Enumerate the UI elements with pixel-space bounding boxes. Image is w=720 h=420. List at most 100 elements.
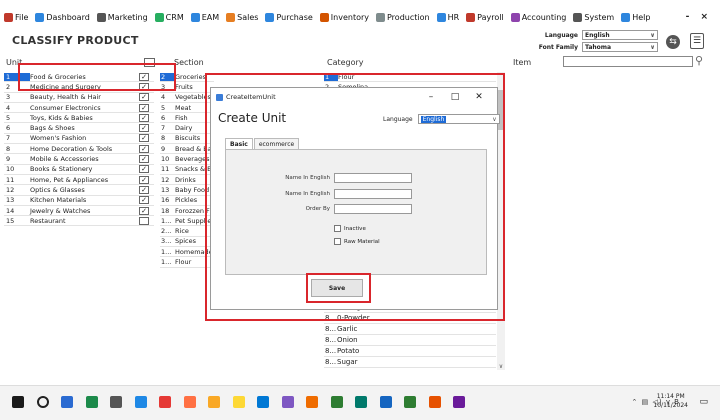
vscode-icon[interactable] xyxy=(257,396,269,408)
unit-checkbox[interactable]: ✓ xyxy=(139,144,149,153)
unit-checkbox[interactable]: ✓ xyxy=(139,206,149,215)
unit-checkbox[interactable] xyxy=(139,216,149,225)
taskbar-clock[interactable]: 11:14 PM 10/11/2024 xyxy=(653,392,688,410)
menu-purchase[interactable]: Purchase xyxy=(265,12,313,22)
unit-row[interactable]: 11 Home, Pet & Appliances ✓ xyxy=(4,175,154,186)
category-row[interactable]: 8... Onion xyxy=(324,335,496,346)
edge-icon[interactable] xyxy=(85,396,98,408)
save-button[interactable]: Save xyxy=(311,279,363,297)
unit-checkbox[interactable]: ✓ xyxy=(139,72,149,81)
windows-start-icon[interactable] xyxy=(12,396,24,408)
menu-help[interactable]: Help xyxy=(621,12,650,22)
category-row[interactable]: 1 Flour xyxy=(324,72,496,83)
menu-payroll[interactable]: Payroll xyxy=(466,12,504,22)
select-all-checkbox[interactable] xyxy=(144,58,155,67)
menu-dashboard[interactable]: Dashboard xyxy=(35,12,90,22)
section-row[interactable]: 5 Meat xyxy=(160,103,214,114)
section-row[interactable]: 13 Baby Food xyxy=(160,185,214,196)
section-row[interactable]: 9 Bread & Ba xyxy=(160,144,214,155)
unit-checkbox[interactable]: ✓ xyxy=(139,124,149,133)
chevron-down-icon[interactable]: ∨ xyxy=(497,363,505,370)
notification-icon[interactable]: ▭ xyxy=(699,397,708,407)
category-row[interactable]: 8... 0-Powder xyxy=(324,313,496,324)
unit-checkbox[interactable]: ✓ xyxy=(139,113,149,122)
file-explorer-icon[interactable] xyxy=(232,396,245,408)
unit-row[interactable]: 13 Kitchen Materials ✓ xyxy=(4,196,154,206)
settings-icon[interactable]: ☰ xyxy=(690,33,704,49)
section-row[interactable]: 4 Vegetables xyxy=(160,93,214,103)
firefox-icon[interactable] xyxy=(183,396,196,408)
menu-production[interactable]: Production xyxy=(376,12,430,22)
section-row[interactable]: 12 Drinks xyxy=(160,175,214,186)
section-row[interactable]: 2 Groceries xyxy=(160,72,214,83)
scrollbar-thumb[interactable] xyxy=(498,90,504,130)
chrome-icon[interactable] xyxy=(330,396,343,408)
section-row[interactable]: 16 Pickles xyxy=(160,196,214,206)
app-icon[interactable] xyxy=(281,396,294,408)
unit-row[interactable]: 6 Bags & Shoes ✓ xyxy=(4,123,154,134)
unit-row[interactable]: 12 Optics & Glasses ✓ xyxy=(4,185,154,196)
dialog-language-select[interactable]: English ∨ xyxy=(417,114,500,124)
unit-checkbox[interactable]: ✓ xyxy=(139,165,149,174)
unit-row[interactable]: 10 Books & Stationery ✓ xyxy=(4,165,154,175)
raw-material-checkbox[interactable] xyxy=(334,238,341,245)
whatsapp-icon[interactable] xyxy=(355,396,367,408)
section-row[interactable]: 8 Biscuits xyxy=(160,134,214,145)
font-family-select[interactable]: Tahoma ∨ xyxy=(582,42,658,52)
unit-row[interactable]: 5 Toys, Kids & Babies ✓ xyxy=(4,113,154,124)
category-row[interactable]: 8... Potato xyxy=(324,346,496,357)
section-row[interactable]: 1... Homemade xyxy=(160,247,214,258)
section-row[interactable]: 10 Beverages xyxy=(160,154,214,165)
word-icon[interactable] xyxy=(379,396,392,408)
menu-sales[interactable]: Sales xyxy=(226,12,258,22)
menu-inventory[interactable]: Inventory xyxy=(319,12,369,22)
name-in-english-input[interactable] xyxy=(334,173,412,183)
unit-row[interactable]: 7 Women's Fashion ✓ xyxy=(4,134,154,145)
menu-accounting[interactable]: Accounting xyxy=(510,12,566,22)
language-select[interactable]: English ∨ xyxy=(582,30,658,40)
unit-checkbox[interactable]: ✓ xyxy=(139,175,149,184)
menu-file[interactable]: File xyxy=(4,12,28,22)
unit-checkbox[interactable]: ✓ xyxy=(139,155,149,164)
menu-crm[interactable]: CRM xyxy=(154,12,184,22)
excel-icon[interactable] xyxy=(404,396,416,408)
unit-row[interactable]: 4 Consumer Electronics ✓ xyxy=(4,103,154,114)
app-icon[interactable] xyxy=(208,396,220,408)
menu-eam[interactable]: EAM xyxy=(190,12,219,22)
menu-marketing[interactable]: Marketing xyxy=(96,12,148,22)
section-row[interactable]: 3... Spices xyxy=(160,237,214,248)
name-in-english-input-2[interactable] xyxy=(334,189,412,199)
unit-row[interactable]: 2 Medicine and Surgery ✓ xyxy=(4,82,154,93)
search-icon[interactable] xyxy=(36,396,49,408)
menu-hr[interactable]: HR xyxy=(436,12,459,22)
task-view-icon[interactable] xyxy=(61,396,73,408)
app-icon[interactable] xyxy=(306,396,318,408)
unit-checkbox[interactable]: ✓ xyxy=(139,103,149,112)
unit-row[interactable]: 15 Restaurant xyxy=(4,216,154,227)
section-row[interactable]: 6 Fish xyxy=(160,113,214,124)
search-icon[interactable]: ⚲ xyxy=(695,54,703,67)
window-controls[interactable]: - × xyxy=(686,12,712,22)
order-by-input[interactable] xyxy=(334,204,412,214)
unit-row[interactable]: 3 Beauty, Health & Hair ✓ xyxy=(4,93,154,103)
category-row[interactable]: 8... Garlic xyxy=(324,324,496,335)
files-icon[interactable] xyxy=(110,396,122,408)
unit-row[interactable]: 1 Food & Groceries ✓ xyxy=(4,72,154,83)
unit-row[interactable]: 9 Mobile & Accessories ✓ xyxy=(4,154,154,165)
unit-checkbox[interactable]: ✓ xyxy=(139,93,149,102)
section-row[interactable]: 18 Forozzen F xyxy=(160,206,214,217)
section-row[interactable]: 3 Fruits xyxy=(160,82,214,93)
section-row[interactable]: 2... Rice xyxy=(160,226,214,237)
section-row[interactable]: 7 Dairy xyxy=(160,123,214,134)
menu-system[interactable]: System xyxy=(573,12,614,22)
unit-row[interactable]: 14 Jewelry & Watches ✓ xyxy=(4,206,154,217)
app-icon[interactable] xyxy=(453,396,465,408)
app-icon[interactable] xyxy=(134,396,147,408)
unit-row[interactable]: 8 Home Decoration & Tools ✓ xyxy=(4,144,154,155)
app-icon[interactable] xyxy=(428,396,441,408)
item-search-input[interactable] xyxy=(563,56,693,67)
unit-checkbox[interactable]: ✓ xyxy=(139,134,149,143)
close-icon[interactable]: ✕ xyxy=(467,92,491,102)
section-row[interactable]: 11 Snacks & B xyxy=(160,165,214,175)
section-row[interactable]: 1... Flour xyxy=(160,257,214,268)
